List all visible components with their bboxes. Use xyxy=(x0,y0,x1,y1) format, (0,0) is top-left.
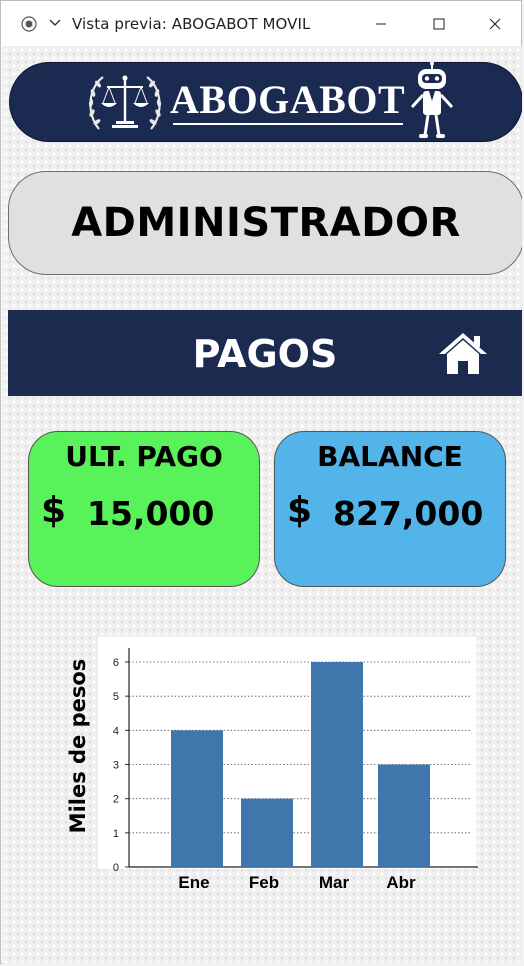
app-content: ABOGABOT ADMINISTRADOR PAGOS ULT. PAGO $… xyxy=(2,46,522,964)
section-header: PAGOS xyxy=(8,310,522,396)
balance-value: 827,000 xyxy=(333,494,484,533)
balance-card: BALANCE $ 827,000 xyxy=(274,431,506,587)
role-banner: ADMINISTRADOR xyxy=(8,171,522,275)
logo-text: ABOGABOT xyxy=(170,77,406,122)
chart-y-tick-label: 3 xyxy=(113,760,119,772)
chart-y-tick-label: 4 xyxy=(113,725,119,737)
close-icon xyxy=(489,18,501,30)
chart-y-tick-label: 1 xyxy=(113,828,119,840)
chart-bar xyxy=(378,764,430,867)
chart-y-tick-label: 5 xyxy=(113,691,119,703)
chart-x-tick-label: Feb xyxy=(249,873,279,892)
chart-bar xyxy=(311,662,363,867)
maximize-icon xyxy=(433,18,445,30)
last-payment-card: ULT. PAGO $ 15,000 xyxy=(28,431,260,587)
last-payment-currency: $ xyxy=(41,490,67,531)
home-icon[interactable] xyxy=(436,330,490,376)
chart-y-tick-label: 2 xyxy=(113,794,119,806)
last-payment-title: ULT. PAGO xyxy=(65,440,223,473)
balance-currency: $ xyxy=(287,490,313,531)
balance-title: BALANCE xyxy=(317,440,463,473)
logo-underline xyxy=(173,123,403,125)
minimize-button[interactable] xyxy=(368,11,394,37)
chart-bar xyxy=(171,730,223,867)
record-icon xyxy=(21,16,37,32)
close-button[interactable] xyxy=(482,11,508,37)
chart-y-tick-label: 0 xyxy=(113,862,119,874)
robot-icon xyxy=(410,61,454,138)
role-label: ADMINISTRADOR xyxy=(71,200,461,246)
window-title: Vista previa: ABOGABOT MOVIL xyxy=(72,15,311,33)
payments-chart: Miles de pesos 0 1 2 3 4 5 6 Ene Feb Mar Abr xyxy=(62,634,482,894)
last-payment-value: 15,000 xyxy=(87,494,215,533)
chart-plot: 0 1 2 3 4 5 6 Ene Feb Mar Abr xyxy=(113,648,478,892)
chevron-down-icon[interactable] xyxy=(48,16,62,30)
chart-x-tick-label: Abr xyxy=(386,873,416,892)
chart-y-tick-label: 6 xyxy=(113,657,119,669)
scales-of-justice-icon xyxy=(88,75,162,130)
app-window: Vista previa: ABOGABOT MOVIL ABOGABOT AD… xyxy=(0,0,522,964)
chart-x-tick-label: Ene xyxy=(178,873,209,892)
maximize-button[interactable] xyxy=(426,11,452,37)
minimize-icon xyxy=(376,23,386,25)
title-bar[interactable]: Vista previa: ABOGABOT MOVIL xyxy=(1,1,521,46)
chart-bar xyxy=(241,798,293,867)
logo-banner: ABOGABOT xyxy=(9,61,522,142)
chart-x-tick-label: Mar xyxy=(319,873,350,892)
